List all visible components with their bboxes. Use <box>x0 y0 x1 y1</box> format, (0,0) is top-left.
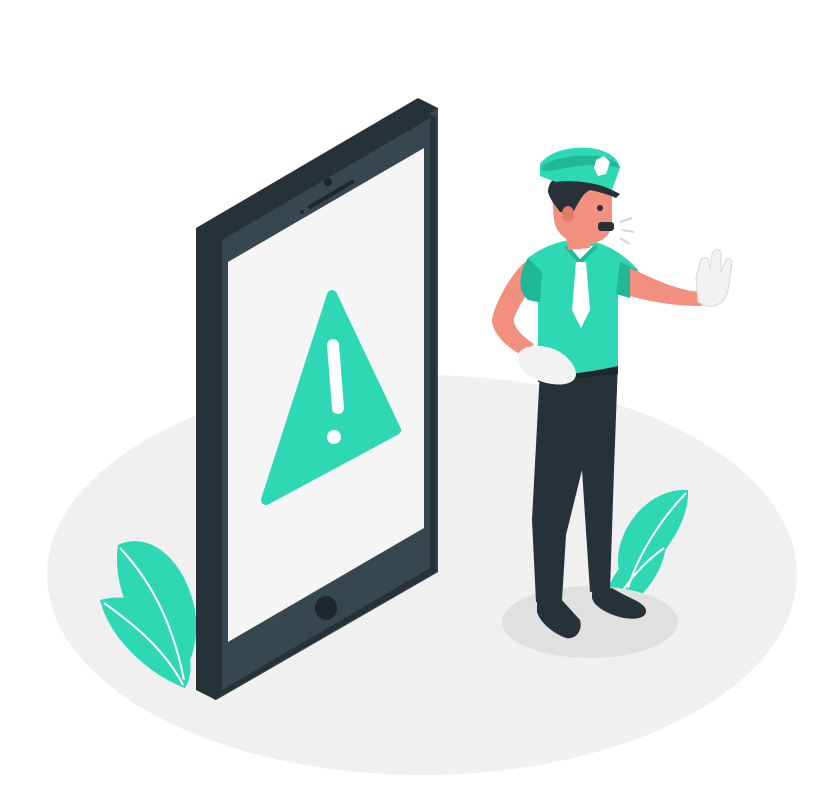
officer-shadow <box>502 586 678 658</box>
illustration-canvas <box>0 0 833 787</box>
home-button <box>315 596 337 620</box>
security-warning-illustration <box>47 98 797 775</box>
